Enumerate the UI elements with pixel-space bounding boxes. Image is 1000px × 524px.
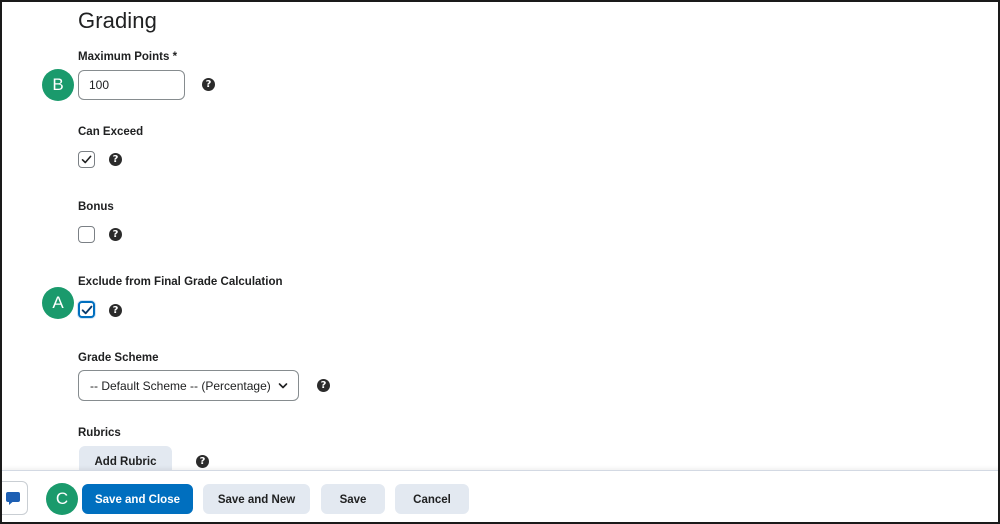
rubrics-help-icon[interactable]: ?: [196, 455, 209, 468]
rubrics-label: Rubrics: [78, 427, 121, 439]
bonus-label: Bonus: [78, 201, 114, 213]
can-exceed-label: Can Exceed: [78, 126, 144, 138]
checkmark-icon: [81, 155, 92, 164]
grade-scheme-select[interactable]: -- Default Scheme -- (Percentage): [78, 370, 299, 401]
marker-b: B: [42, 69, 74, 101]
chat-widget[interactable]: [2, 481, 28, 515]
max-points-help-icon[interactable]: ?: [202, 78, 215, 91]
chat-icon: [6, 492, 20, 505]
grade-scheme-value: -- Default Scheme -- (Percentage): [90, 379, 271, 393]
cancel-button[interactable]: Cancel: [395, 484, 469, 514]
exclude-final-label: Exclude from Final Grade Calculation: [78, 276, 283, 288]
max-points-input[interactable]: [78, 70, 185, 100]
max-points-label: Maximum Points *: [78, 51, 178, 63]
page-title: Grading: [78, 8, 157, 33]
save-and-new-button[interactable]: Save and New: [203, 484, 310, 514]
checkmark-icon: [81, 305, 93, 315]
marker-a: A: [42, 287, 74, 319]
bonus-help-icon[interactable]: ?: [109, 228, 122, 241]
grade-scheme-help-icon[interactable]: ?: [317, 379, 330, 392]
marker-c: C: [46, 483, 78, 515]
bonus-checkbox[interactable]: [78, 226, 95, 243]
can-exceed-checkbox[interactable]: [78, 151, 95, 168]
can-exceed-help-icon[interactable]: ?: [109, 153, 122, 166]
save-and-close-button[interactable]: Save and Close: [82, 484, 193, 514]
grade-scheme-label: Grade Scheme: [78, 352, 159, 364]
chevron-down-icon: [278, 383, 288, 389]
exclude-final-checkbox[interactable]: [78, 301, 95, 318]
save-button[interactable]: Save: [321, 484, 385, 514]
exclude-final-help-icon[interactable]: ?: [109, 304, 122, 317]
grading-panel: Grading Maximum Points * B ? Can Exceed …: [0, 0, 1000, 524]
footer-action-bar: C Save and Close Save and New Save Cance…: [2, 470, 998, 522]
